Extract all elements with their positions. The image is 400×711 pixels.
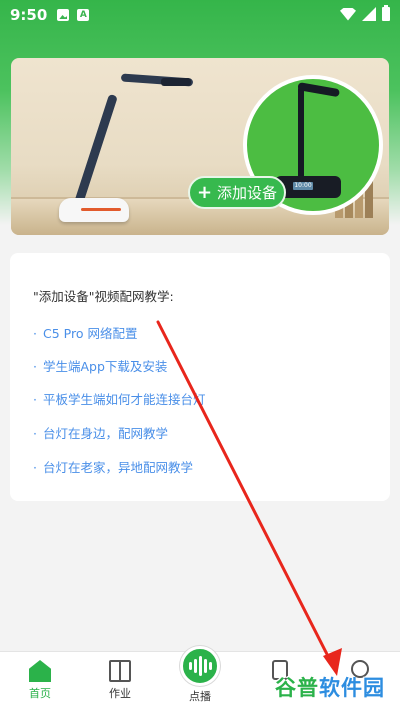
watermark-part2: 软件园 — [319, 676, 385, 700]
audio-bar — [203, 659, 207, 673]
tutorial-link-label: 学生端App下载及安装 — [42, 359, 168, 374]
home-icon — [29, 660, 51, 682]
tutorial-link-nearby-setup[interactable]: · 台灯在身边，配网教学 — [33, 423, 168, 442]
watermark-logo: 谷普软件园 — [275, 672, 385, 702]
nav-home[interactable]: 首页 — [10, 660, 70, 701]
tutorial-link-app-download[interactable]: · 学生端App下载及安装 — [33, 356, 167, 375]
wifi-icon — [340, 7, 356, 21]
battery-icon — [382, 5, 390, 21]
plus-icon: + — [196, 181, 213, 203]
tutorial-link-remote-setup[interactable]: · 台灯在老家，异地配网教学 — [33, 457, 193, 476]
add-device-label: 添加设备 — [217, 184, 278, 202]
status-time: 9:50 — [10, 6, 48, 24]
a-notification-icon: A — [77, 9, 90, 21]
nav-play-button[interactable] — [180, 646, 220, 686]
tutorial-link-c5-pro[interactable]: · C5 Pro 网络配置 — [33, 323, 137, 342]
bullet: · — [33, 392, 37, 407]
gallery-notification-icon — [57, 9, 70, 21]
audio-bar — [198, 656, 202, 676]
tutorial-link-tablet-connect[interactable]: · 平板学生端如何才能连接台灯 — [33, 389, 206, 408]
tutorial-link-label: 平板学生端如何才能连接台灯 — [42, 392, 206, 407]
watermark-part1: 谷普 — [275, 676, 319, 700]
audio-bar — [188, 662, 192, 670]
book-icon — [109, 660, 131, 682]
nav-play-label: 点播 — [189, 690, 211, 703]
status-indicators — [340, 5, 390, 21]
nav-homework[interactable]: 作业 — [90, 660, 150, 701]
mini-lamp-screen: 10:00 — [293, 182, 313, 190]
tutorial-link-label: C5 Pro 网络配置 — [42, 326, 138, 341]
nav-home-label: 首页 — [29, 687, 51, 700]
add-device-button[interactable]: + 添加设备 — [188, 176, 286, 209]
tutorial-link-label: 台灯在老家，异地配网教学 — [42, 460, 193, 475]
bullet: · — [33, 460, 37, 475]
nav-homework-label: 作业 — [109, 687, 131, 700]
lamp-head — [161, 78, 191, 86]
audio-bar — [193, 659, 197, 673]
tutorial-title: "添加设备"视频配网教学: — [33, 289, 174, 304]
signal-icon — [362, 7, 376, 21]
tutorial-link-label: 台灯在身边，配网教学 — [42, 426, 168, 441]
mini-lamp-pole — [298, 86, 304, 184]
device-banner[interactable]: 10:00 + 添加设备 — [11, 58, 389, 235]
bullet: · — [33, 326, 37, 341]
audio-bar — [208, 662, 212, 670]
bullet: · — [33, 426, 37, 441]
tutorial-card: "添加设备"视频配网教学: · C5 Pro 网络配置 · 学生端App下载及安装 … — [10, 253, 390, 501]
bullet: · — [33, 359, 37, 374]
lamp-base-accent — [81, 208, 121, 211]
status-bar: 9:50 A — [0, 0, 400, 30]
